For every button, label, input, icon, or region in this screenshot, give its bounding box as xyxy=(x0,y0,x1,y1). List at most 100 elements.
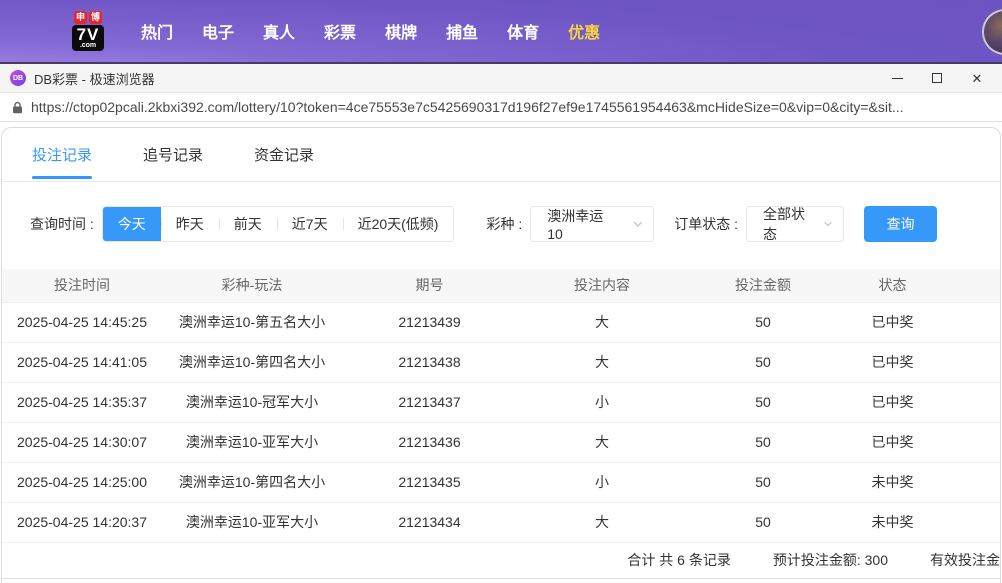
minimize-icon xyxy=(892,78,903,79)
address-bar[interactable]: https://ctop02pcali.2kbxi392.com/lottery… xyxy=(0,92,1002,122)
window-controls: ✕ xyxy=(890,71,992,85)
bet-amount: 50 xyxy=(687,382,839,422)
bet-content: 大 xyxy=(517,302,687,342)
bet-time: 2025-04-25 14:30:07 xyxy=(2,422,162,462)
browser-window: DB DB彩票 - 极速浏览器 ✕ https://ctop02pcali.2k… xyxy=(0,62,1002,583)
logo-badge-2: 博 xyxy=(89,11,102,24)
bet-content: 大 xyxy=(517,502,687,542)
nav-item-fishing[interactable]: 捕鱼 xyxy=(446,19,478,43)
bet-game: 澳洲幸运10-第五名大小 xyxy=(162,302,342,342)
bet-issue: 21213438 xyxy=(342,342,517,382)
bet-status: 已中奖 xyxy=(839,382,1001,422)
bet-game: 澳洲幸运10-第四名大小 xyxy=(162,462,342,502)
col-bet-amount: 投注金额 xyxy=(687,269,839,302)
chevron-down-icon xyxy=(632,218,644,230)
logo-main: 7V .com xyxy=(72,25,105,51)
table-row[interactable]: 2025-04-25 14:45:25 澳洲幸运10-第五名大小 2121343… xyxy=(2,302,1001,342)
bet-issue: 21213437 xyxy=(342,382,517,422)
tab-bet-records[interactable]: 投注记录 xyxy=(32,127,92,182)
bet-amount: 50 xyxy=(687,502,839,542)
nav-item-hot[interactable]: 热门 xyxy=(141,19,173,43)
time-option-2days-ago[interactable]: 前天 xyxy=(219,207,277,241)
tab-fund-records[interactable]: 资金记录 xyxy=(254,127,314,182)
bet-amount: 50 xyxy=(687,462,839,502)
lock-icon xyxy=(12,101,23,114)
window-titlebar: DB DB彩票 - 极速浏览器 ✕ xyxy=(0,64,1002,92)
nav-item-cards[interactable]: 棋牌 xyxy=(385,19,417,43)
site-header: 申 博 7V .com 热门 电子 真人 彩票 棋牌 捕鱼 体育 优惠 xyxy=(0,0,1002,62)
logo-badge-1: 申 xyxy=(74,11,87,24)
bet-issue: 21213439 xyxy=(342,302,517,342)
minimize-button[interactable] xyxy=(890,71,904,85)
filter-bar: 查询时间 : 今天 昨天 前天 近7天 近20天(低频) 彩种 : 澳洲幸运10… xyxy=(2,206,1000,242)
bet-time: 2025-04-25 14:20:37 xyxy=(2,502,162,542)
nav-item-live[interactable]: 真人 xyxy=(263,19,295,43)
favicon: DB xyxy=(10,70,26,86)
site-logo[interactable]: 申 博 7V .com xyxy=(57,11,119,51)
records-panel: 投注记录 追号记录 资金记录 查询时间 : 今天 昨天 前天 近7天 近20天(… xyxy=(1,127,1001,583)
time-option-20days[interactable]: 近20天(低频) xyxy=(343,207,454,241)
bet-game: 澳洲幸运10-亚军大小 xyxy=(162,502,342,542)
total-records: 合计 共 6 条记录 xyxy=(627,550,730,570)
bet-time: 2025-04-25 14:25:00 xyxy=(2,462,162,502)
lottery-select-value: 澳洲幸运10 xyxy=(547,206,617,242)
chevron-down-icon xyxy=(823,218,833,230)
bet-table-body: 2025-04-25 14:45:25 澳洲幸运10-第五名大小 2121343… xyxy=(2,302,1001,542)
bet-records-table: 投注时间 彩种-玩法 期号 投注内容 投注金额 状态 2025-04-25 14… xyxy=(2,269,1001,543)
bet-game: 澳洲幸运10-亚军大小 xyxy=(162,422,342,462)
bet-content: 大 xyxy=(517,342,687,382)
lottery-select[interactable]: 澳洲幸运10 xyxy=(530,206,654,242)
window-title: DB彩票 - 极速浏览器 xyxy=(34,69,890,88)
estimated-amount: 预计投注金额: 300 xyxy=(773,550,888,570)
bet-content: 小 xyxy=(517,462,687,502)
order-status-value: 全部状态 xyxy=(763,204,809,244)
table-header-row: 投注时间 彩种-玩法 期号 投注内容 投注金额 状态 xyxy=(2,269,1001,302)
bet-status: 未中奖 xyxy=(839,502,1001,542)
bet-time: 2025-04-25 14:35:37 xyxy=(2,382,162,422)
nav-item-sports[interactable]: 体育 xyxy=(507,19,539,43)
bet-status: 未中奖 xyxy=(839,462,1001,502)
logo-badges: 申 博 xyxy=(74,11,102,24)
tab-chase-records[interactable]: 追号记录 xyxy=(143,127,203,182)
logo-text: 7V xyxy=(77,26,100,43)
record-tabs: 投注记录 追号记录 资金记录 xyxy=(2,128,1000,182)
order-status-select[interactable]: 全部状态 xyxy=(746,206,844,242)
time-range-group: 今天 昨天 前天 近7天 近20天(低频) xyxy=(102,206,455,242)
bet-issue: 21213436 xyxy=(342,422,517,462)
nav-item-slots[interactable]: 电子 xyxy=(202,19,234,43)
time-option-7days[interactable]: 近7天 xyxy=(277,207,343,241)
col-issue: 期号 xyxy=(342,269,517,302)
bet-content: 小 xyxy=(517,382,687,422)
table-row[interactable]: 2025-04-25 14:30:07 澳洲幸运10-亚军大小 21213436… xyxy=(2,422,1001,462)
table-row[interactable]: 2025-04-25 14:20:37 澳洲幸运10-亚军大小 21213434… xyxy=(2,502,1001,542)
close-icon: ✕ xyxy=(972,72,983,85)
time-option-yesterday[interactable]: 昨天 xyxy=(161,207,219,241)
query-button[interactable]: 查询 xyxy=(864,206,937,242)
user-avatar[interactable] xyxy=(982,9,1002,55)
summary-bar: 合计 共 6 条记录 预计投注金额: 300 有效投注金 xyxy=(2,543,1000,579)
time-option-today[interactable]: 今天 xyxy=(103,207,161,241)
page-content: 投注记录 追号记录 资金记录 查询时间 : 今天 昨天 前天 近7天 近20天(… xyxy=(0,122,1002,583)
bet-amount: 50 xyxy=(687,342,839,382)
maximize-button[interactable] xyxy=(930,71,944,85)
bet-amount: 50 xyxy=(687,302,839,342)
bet-game: 澳洲幸运10-第四名大小 xyxy=(162,342,342,382)
bet-issue: 21213435 xyxy=(342,462,517,502)
col-bet-content: 投注内容 xyxy=(517,269,687,302)
bet-status: 已中奖 xyxy=(839,422,1001,462)
nav-item-promo[interactable]: 优惠 xyxy=(568,19,600,43)
maximize-icon xyxy=(932,73,942,83)
bet-time: 2025-04-25 14:41:05 xyxy=(2,342,162,382)
bet-amount: 50 xyxy=(687,422,839,462)
col-status: 状态 xyxy=(839,269,1001,302)
table-row[interactable]: 2025-04-25 14:41:05 澳洲幸运10-第四名大小 2121343… xyxy=(2,342,1001,382)
table-row[interactable]: 2025-04-25 14:35:37 澳洲幸运10-冠军大小 21213437… xyxy=(2,382,1001,422)
col-bet-time: 投注时间 xyxy=(2,269,162,302)
bet-issue: 21213434 xyxy=(342,502,517,542)
close-button[interactable]: ✕ xyxy=(970,71,984,85)
lottery-filter-label: 彩种 : xyxy=(486,214,522,234)
table-row[interactable]: 2025-04-25 14:25:00 澳洲幸运10-第四名大小 2121343… xyxy=(2,462,1001,502)
time-filter-label: 查询时间 : xyxy=(30,214,94,234)
nav-item-lottery[interactable]: 彩票 xyxy=(324,19,356,43)
url-text: https://ctop02pcali.2kbxi392.com/lottery… xyxy=(31,99,904,115)
